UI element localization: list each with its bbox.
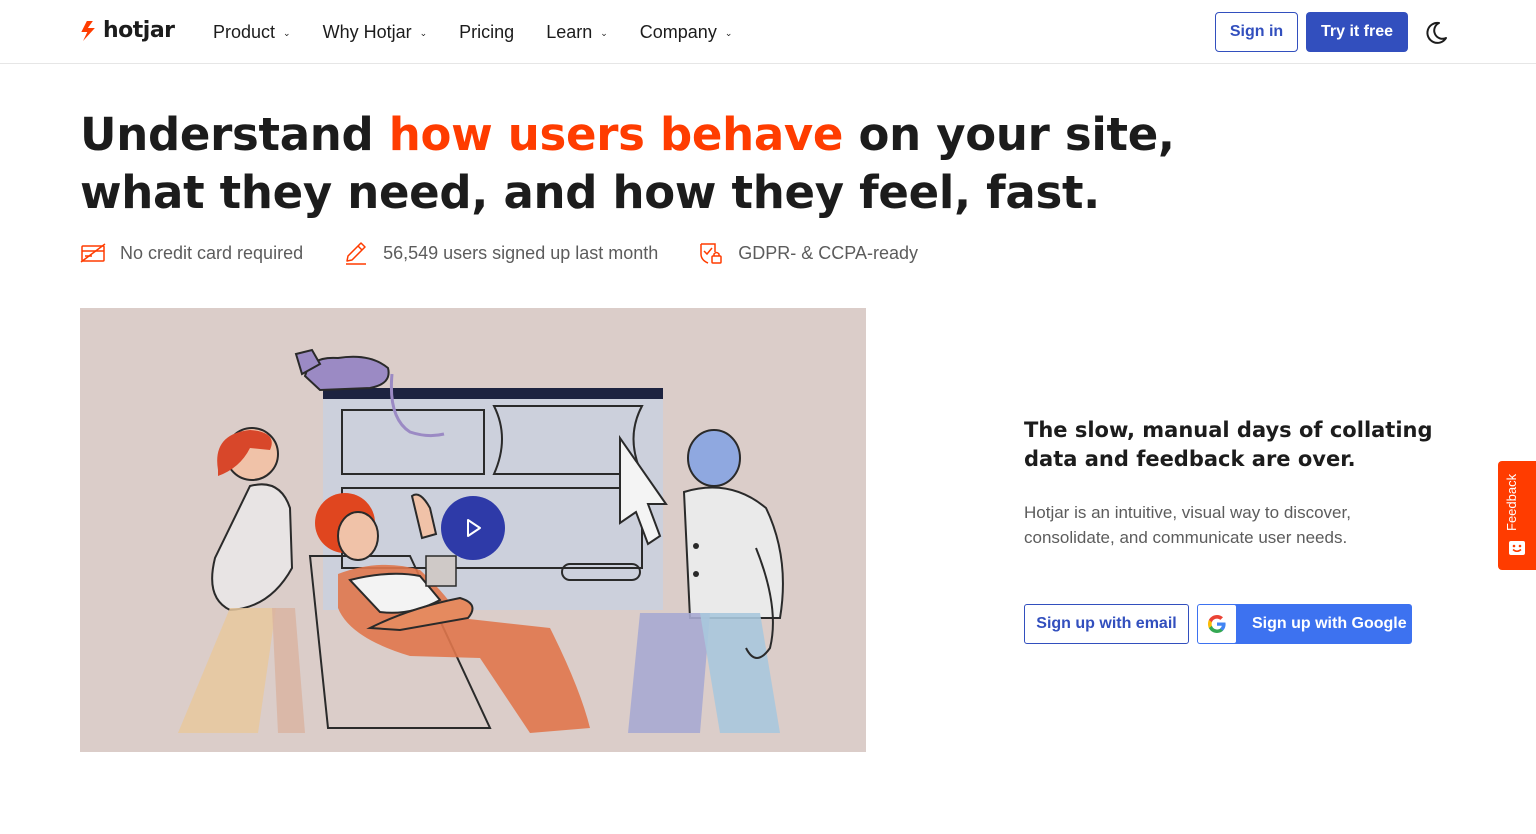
- hotjar-logo-mark-icon: [81, 20, 95, 41]
- nav-item-pricing[interactable]: Pricing: [459, 20, 514, 44]
- chevron-down-icon: ⌄: [600, 27, 608, 38]
- sign-up-google-button[interactable]: Sign up with Google: [1197, 604, 1412, 644]
- nav-item-label: Pricing: [459, 21, 515, 42]
- chevron-down-icon: ⌄: [283, 27, 291, 38]
- feature-no-credit-card: No credit card required: [80, 240, 303, 266]
- nav-item-why-hotjar[interactable]: Why Hotjar ⌄: [323, 20, 428, 44]
- main-nav: Product ⌄ Why Hotjar ⌄ Pricing Learn ⌄ C…: [213, 20, 764, 44]
- nav-item-company[interactable]: Company ⌄: [640, 20, 733, 44]
- nav-item-label: Why Hotjar: [322, 21, 412, 42]
- nav-item-learn[interactable]: Learn ⌄: [546, 20, 608, 44]
- hero-features: No credit card required 56,549 users sig…: [80, 240, 958, 266]
- feature-users-signed-up: 56,549 users signed up last month: [343, 240, 658, 266]
- headline-part-1: Understand: [80, 108, 389, 161]
- feature-text: 56,549 users signed up last month: [383, 242, 659, 263]
- shield-lock-icon: [700, 243, 723, 264]
- feature-gdpr: GDPR- & CCPA-ready: [698, 240, 918, 266]
- play-icon: [467, 519, 481, 537]
- feature-text: No credit card required: [120, 242, 304, 263]
- try-it-free-button[interactable]: Try it free: [1306, 12, 1408, 52]
- sign-up-email-button[interactable]: Sign up with email: [1024, 604, 1189, 644]
- site-header: hotjar Product ⌄ Why Hotjar ⌄ Pricing Le…: [0, 0, 1536, 64]
- chevron-down-icon: ⌄: [419, 27, 428, 38]
- nav-item-label: Learn: [546, 21, 593, 42]
- moon-icon[interactable]: [1422, 19, 1450, 47]
- nav-item-product[interactable]: Product ⌄: [213, 20, 291, 44]
- cta-section: The slow, manual days of collating data …: [1024, 416, 1464, 550]
- play-button[interactable]: [441, 496, 505, 560]
- credit-card-icon: [80, 243, 106, 263]
- nav-item-label: Product: [213, 21, 276, 42]
- cta-heading: The slow, manual days of collating data …: [1024, 418, 1433, 471]
- cta-description: Hotjar is an intuitive, visual way to di…: [1024, 503, 1351, 547]
- feedback-tab[interactable]: Feedback: [1498, 461, 1536, 570]
- sign-in-button[interactable]: Sign in: [1215, 12, 1298, 52]
- hero-headline: Understand how users behave on your site…: [80, 106, 1200, 222]
- google-icon: [1208, 615, 1226, 633]
- google-button-label: Sign up with Google: [1252, 615, 1407, 632]
- feature-text: GDPR- & CCPA-ready: [738, 242, 918, 263]
- logo-text: hotjar: [103, 18, 175, 43]
- google-logo-box: [1198, 605, 1236, 643]
- headline-accent: how users behave: [388, 108, 844, 161]
- chevron-down-icon: ⌄: [724, 27, 733, 38]
- hero-video[interactable]: [80, 308, 866, 752]
- nav-item-label: Company: [639, 21, 717, 42]
- smiley-icon: [1509, 541, 1525, 555]
- feedback-label: Feedback: [1504, 473, 1519, 531]
- hotjar-logo[interactable]: hotjar: [80, 18, 175, 43]
- pencil-icon: [346, 242, 367, 265]
